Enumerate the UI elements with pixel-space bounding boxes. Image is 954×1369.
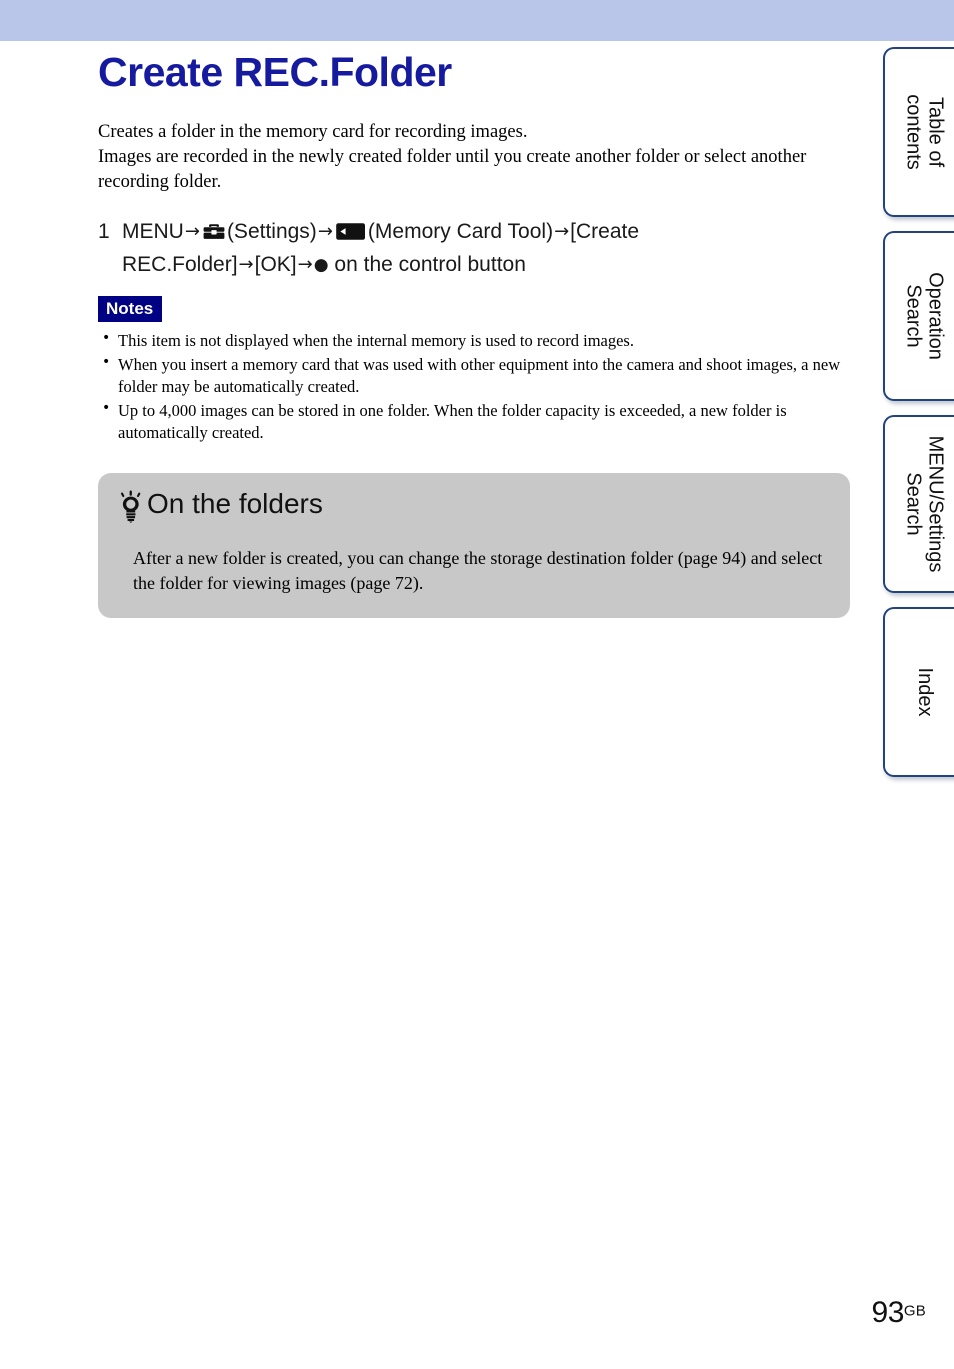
tab-menu-settings-search[interactable]: MENU/Settings Search: [883, 415, 954, 593]
page-content: Create REC.Folder Creates a folder in th…: [98, 41, 858, 618]
step-part-ok: [OK]: [254, 253, 297, 277]
bullet-icon: •: [102, 399, 111, 416]
notes-list: • This item is not displayed when the in…: [98, 330, 858, 445]
arrow-icon-3: →: [554, 221, 570, 243]
bullet-icon: •: [102, 330, 111, 347]
list-item: • This item is not displayed when the in…: [98, 330, 858, 353]
step-part-memory-card-tool: (Memory Card Tool): [367, 220, 554, 244]
arrow-icon-1: →: [184, 221, 200, 243]
step-text: MENU→ (Settings)→ (Memory Card Tool)→[Cr…: [122, 217, 782, 280]
tip-box: On the folders After a new folder is cre…: [98, 473, 850, 618]
list-item: • Up to 4,000 images can be stored in on…: [98, 400, 858, 445]
step-part-menu: MENU: [122, 220, 184, 244]
step-instruction: 1 MENU→ (Settings)→ (Memory Card Tool)→[…: [98, 217, 858, 280]
tip-body: After a new folder is created, you can c…: [133, 548, 823, 594]
bullet-icon: •: [102, 353, 111, 370]
step-number: 1: [98, 220, 110, 244]
notes-section: Notes • This item is not displayed when …: [98, 296, 858, 445]
note-text: Up to 4,000 images can be stored in one …: [118, 400, 787, 443]
tab-index[interactable]: Index: [883, 607, 954, 777]
tab-label: MENU/Settings Search: [903, 435, 947, 573]
settings-toolbox-icon: [203, 220, 225, 250]
page-number: 93: [871, 1296, 905, 1329]
arrow-icon-5: →: [297, 254, 313, 276]
control-button-dot-icon: ●: [313, 255, 329, 276]
step-part-control-button: on the control button: [334, 253, 526, 277]
intro-line-1: Creates a folder in the memory card for …: [98, 121, 528, 142]
notes-badge: Notes: [98, 296, 163, 323]
side-tab-rail: Table of contents Operation Search MENU/Se…: [878, 41, 954, 781]
tip-heading: On the folders: [116, 488, 830, 529]
arrow-icon-2: →: [317, 221, 333, 243]
arrow-icon-4: →: [238, 254, 254, 276]
top-banner: [0, 0, 954, 41]
note-text: When you insert a memory card that was u…: [118, 354, 841, 397]
page-number-suffix: GB: [903, 1302, 926, 1320]
page-footer: 93GB: [872, 1296, 926, 1330]
lightbulb-icon: [116, 490, 146, 529]
note-text: This item is not displayed when the inte…: [118, 331, 634, 351]
step-part-settings: (Settings): [226, 220, 317, 244]
intro-line-2: Images are recorded in the newly created…: [98, 147, 807, 193]
tab-label: Index: [913, 667, 936, 717]
intro-paragraph: Creates a folder in the memory card for …: [98, 120, 854, 195]
memory-card-icon: [336, 220, 366, 250]
list-item: • When you insert a memory card that was…: [98, 354, 858, 399]
tab-table-of-contents[interactable]: Table of contents: [883, 47, 954, 217]
tab-label: Table of contents: [903, 94, 947, 170]
page-title: Create REC.Folder: [98, 49, 452, 95]
tab-label: Operation Search: [903, 272, 947, 360]
tip-heading-text: On the folders: [147, 488, 323, 519]
tab-operation-search[interactable]: Operation Search: [883, 231, 954, 401]
